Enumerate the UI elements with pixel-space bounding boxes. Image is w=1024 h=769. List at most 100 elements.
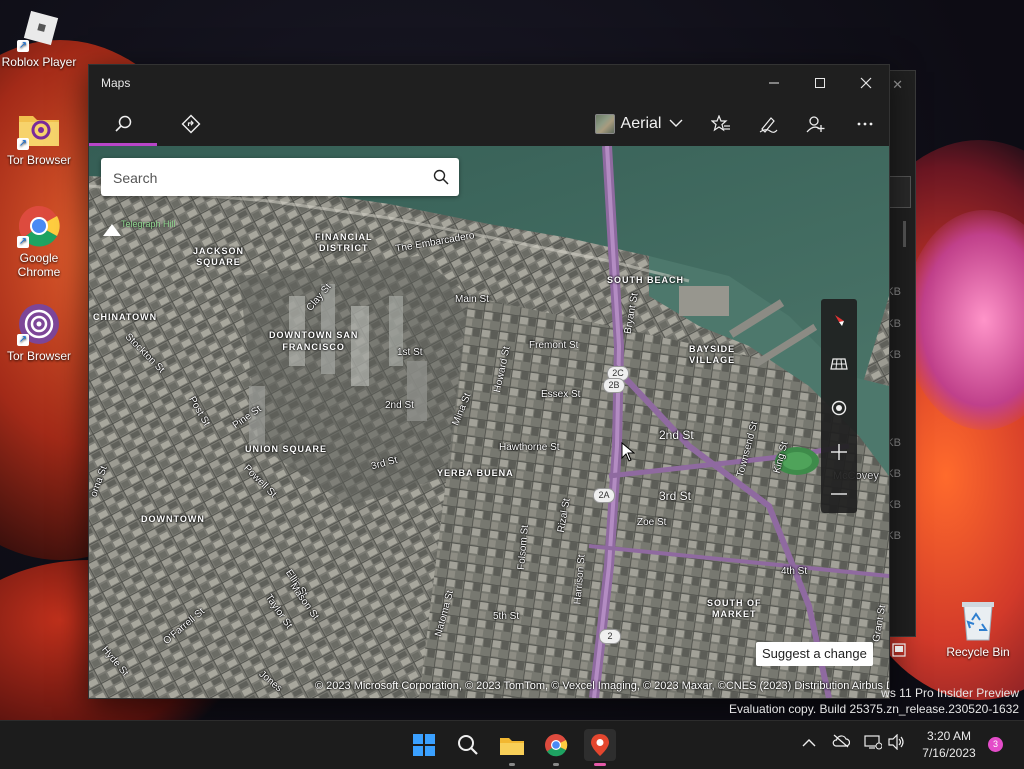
highway-shield: 2 [599,629,621,644]
copyright-notice: © 2023 Microsoft Corporation, © 2023 Tom… [315,680,889,692]
ink-button[interactable] [748,101,788,146]
zoom-out-button[interactable] [821,473,857,515]
shortcut-arrow-icon: ↗ [17,236,29,248]
roblox-icon: ↗ [17,8,61,52]
clock-date: 7/16/2023 [922,746,976,760]
background-window-scrollbar[interactable] [903,221,906,247]
system-clock[interactable]: 3:20 AM 7/16/2023 [912,728,986,762]
desktop-icon-label: Tor Browser [6,153,71,167]
notification-badge[interactable]: 3 [988,737,1003,752]
desktop-icon-label: Roblox Player [1,55,77,69]
search-input[interactable] [101,158,435,198]
tray-volume[interactable] [888,733,906,755]
folder-icon: ↗ [17,106,61,150]
search-icon [458,735,478,755]
more-icon [857,122,873,125]
more-button[interactable] [845,101,885,146]
desktop-icon-tor-browser[interactable]: ↗ Tor Browser [0,302,78,363]
close-button[interactable] [843,65,889,101]
street-label: Hawthorne St [499,442,560,453]
title-bar[interactable]: Maps [89,65,889,101]
search-icon[interactable] [433,169,449,185]
3d-buildings-icon [830,358,848,370]
show-hidden-icons-button[interactable] [802,735,816,753]
mouse-cursor-icon [621,442,635,462]
zoom-in-button[interactable] [821,431,857,473]
zoom-out-icon [831,493,847,495]
desktop-icon-chrome[interactable]: ↗ Google Chrome [0,204,78,279]
tab-search[interactable] [103,101,143,146]
maps-toolbar: Aerial [89,101,889,146]
map-style-label: Aerial [620,114,662,132]
highway-shield: 2A [593,488,615,503]
compass-button[interactable] [821,299,857,341]
shortcut-arrow-icon: ↗ [17,334,29,346]
taskbar-file-explorer[interactable] [496,729,528,766]
map-style-dropdown[interactable]: Aerial [594,101,684,146]
desktop-icon-label: Tor Browser [6,349,71,363]
desktop-icon-tor-folder[interactable]: ↗ Tor Browser [0,106,78,167]
place-financial-district: FINANCIAL DISTRICT [315,232,373,253]
aerial-thumbnail-icon [594,113,615,134]
account-button[interactable] [796,101,836,146]
tab-directions[interactable] [171,101,211,146]
watermark-line-2: Evaluation copy. Build 25375.zn_release.… [729,702,1019,716]
chrome-icon: ↗ [17,204,61,248]
minimize-icon [769,82,779,84]
favorites-button[interactable] [701,101,741,146]
recycle-bin-icon [962,602,994,641]
tor-browser-icon: ↗ [17,302,61,346]
add-person-icon [806,115,825,132]
desktop-icon-roblox[interactable]: ↗ Roblox Player [0,8,78,69]
taskbar-chrome[interactable] [540,729,572,766]
place-jackson-square: JACKSON SQUARE [193,246,245,267]
taskbar-maps[interactable] [584,729,616,766]
taskbar: 3:20 AM 7/16/2023 3 [0,720,1024,769]
street-label: 2nd St [659,428,694,442]
highway-shield: 2B [603,378,625,393]
maximize-button[interactable] [797,65,843,101]
street-label: 2nd St [385,400,414,411]
search-box [101,158,459,198]
tray-onedrive[interactable] [832,734,851,753]
street-label: Fremont St [529,340,579,351]
cloud-off-icon [832,734,851,748]
place-south-beach: SOUTH BEACH [607,275,685,285]
chrome-icon [545,734,568,757]
maps-window: Maps Aerial Search Telegraph Hill JACKSO… [88,64,890,699]
shortcut-arrow-icon: ↗ [17,40,29,52]
window-title: Maps [101,76,131,90]
place-downtown: DOWNTOWN [141,514,205,524]
street-label: Main St [455,294,489,305]
taskbar-search-button[interactable] [452,729,484,761]
chevron-down-icon [669,119,683,127]
start-button[interactable] [408,729,440,761]
volume-icon [888,733,904,751]
place-telegraph-hill: Telegraph Hill [121,219,176,229]
place-bayside-village: BAYSIDE VILLAGE [689,344,736,365]
panel-toggle-icon[interactable] [892,643,906,657]
running-indicator [553,763,559,766]
tray-network[interactable] [864,734,883,755]
street-label: Zoe St [637,517,667,528]
search-icon [115,115,132,132]
close-icon[interactable]: ✕ [892,77,903,93]
favorites-icon [711,114,730,131]
compass-icon [835,315,844,326]
map-canvas[interactable]: Telegraph Hill JACKSON SQUARE FINANCIAL … [89,146,889,698]
file-explorer-icon [500,738,524,755]
desktop-icon-recycle-bin[interactable]: Recycle Bin [940,598,1016,659]
street-label: 5th St [493,611,520,622]
clock-time: 3:20 AM [926,729,972,743]
zoom-in-icon [831,444,847,460]
place-union-square: UNION SQUARE [245,444,328,454]
street-label: 3rd St [659,489,692,503]
suggest-change-button[interactable]: Suggest a change [756,642,873,666]
minimize-button[interactable] [751,65,797,101]
ink-pen-icon [759,116,778,133]
chevron-up-icon [802,739,816,747]
watermark-line-1: ws 11 Pro Insider Preview [881,686,1019,700]
locate-button[interactable] [821,387,857,429]
3d-buildings-button[interactable] [821,343,857,385]
place-yerba-buena: YERBA BUENA [437,468,514,478]
